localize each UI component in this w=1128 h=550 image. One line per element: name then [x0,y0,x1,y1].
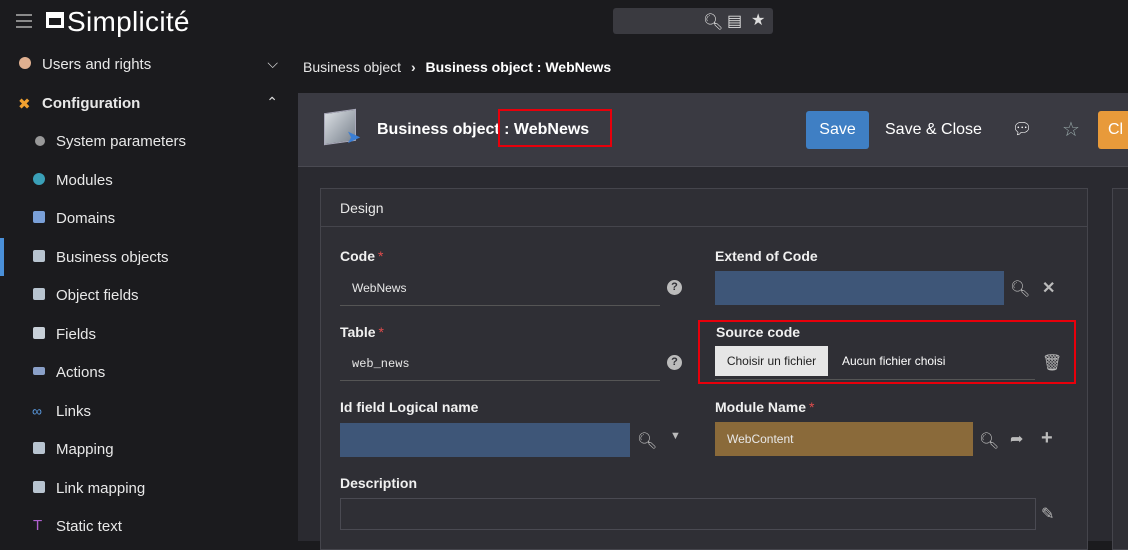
breadcrumb-parent[interactable]: Business object [303,59,401,75]
sidebar-item-domains[interactable]: Domains [0,199,298,237]
link-mapping-icon [33,481,45,493]
domains-icon [33,211,45,223]
edit-icon[interactable]: ✎ [1041,504,1054,524]
sidebar-item-configuration[interactable]: ✖ Configuration ⌃ [0,84,298,122]
sidebar-item-links[interactable]: ∞ Links [0,392,298,430]
sidebar-item-mapping[interactable]: Mapping [0,430,298,468]
sidebar-item-actions[interactable]: Actions [0,353,298,391]
chevron-up-icon[interactable]: ⌃ [266,94,278,111]
module-label: Module Name * [715,399,815,415]
close-button[interactable]: Cl [1098,111,1128,149]
comment-icon[interactable]: 💬︎ [1012,119,1032,139]
menu-icon[interactable] [16,14,32,32]
sidebar-item-users-and-rights[interactable]: Users and rights ⌵ [0,45,298,83]
gear-icon [35,136,45,146]
tools-icon: ✖ [18,96,31,113]
search-icon[interactable]: 🔍︎ [979,431,999,451]
main-area: ➤ Business object : WebNews Save Save & … [298,93,1128,550]
search-icon[interactable]: 🔍︎ [637,431,657,451]
idfield-label: Id field Logical name [340,399,479,415]
cursor-icon: ➤ [346,127,362,147]
module-input[interactable]: WebContent [715,422,973,456]
modules-icon [33,173,45,185]
sidebar-item-modules[interactable]: Modules [0,161,298,199]
cube-icon [33,250,45,262]
table-input[interactable]: web_news [352,357,410,371]
app-logo[interactable]: Simplicité [46,6,190,38]
side-panel [1112,188,1128,550]
sidebar-item-system-parameters[interactable]: System parameters [0,122,298,160]
plus-icon[interactable]: + [1041,427,1053,450]
table-label: Table * [340,324,384,340]
help-icon[interactable]: ? [667,280,682,295]
highlight-box [698,320,1076,384]
sidebar-item-link-mapping[interactable]: Link mapping [0,469,298,507]
sidebar: Users and rights ⌵ ✖ Configuration ⌃ Sys… [0,42,298,541]
breadcrumb-current: Business object : WebNews [425,59,612,75]
chevron-right-icon: › [410,59,416,75]
fields-icon [33,327,45,339]
extend-input[interactable] [715,271,1004,305]
save-close-button[interactable]: Save & Close [885,121,982,139]
search-bar[interactable]: 🔍︎ ▤ ★ [613,8,773,34]
link-icon: ∞ [32,403,42,419]
top-bar: Simplicité 🔍︎ ▤ ★ [0,0,1128,42]
breadcrumb: Business object › Business object : WebN… [303,59,611,75]
user-icon [19,57,31,69]
sidebar-item-object-fields[interactable]: Object fields [0,276,298,314]
text-icon: T [33,517,43,534]
star-icon[interactable]: ☆ [1062,117,1080,142]
help-icon[interactable]: ? [667,355,682,370]
sidebar-item-business-objects[interactable]: Business objects [0,238,298,276]
caret-down-icon[interactable]: ▼ [670,430,681,442]
code-input[interactable]: WebNews [352,281,406,295]
chevron-down-icon[interactable]: ⌵ [267,55,278,72]
panel-title: Design [321,189,1087,227]
sidebar-item-fields[interactable]: Fields [0,315,298,353]
save-button[interactable]: Save [806,111,869,149]
window-icon[interactable]: ▤ [727,11,742,31]
search-icon[interactable]: 🔍︎ [703,12,723,32]
form-header: ➤ Business object : WebNews Save Save & … [298,93,1128,167]
description-label: Description [340,475,418,491]
highlight-box [498,109,612,147]
code-label: Code * [340,248,384,264]
object-fields-icon [33,288,45,300]
mapping-icon [33,442,45,454]
clear-icon[interactable]: ✕ [1042,278,1055,298]
description-input[interactable] [340,498,1036,530]
search-icon[interactable]: 🔍︎ [1010,279,1030,299]
star-icon[interactable]: ★ [751,10,765,30]
share-icon[interactable]: ➦ [1010,429,1023,449]
actions-icon [33,367,45,375]
idfield-input[interactable] [340,423,630,457]
extend-label: Extend of Code [715,248,818,264]
sidebar-item-static-text[interactable]: T Static text [0,507,298,545]
